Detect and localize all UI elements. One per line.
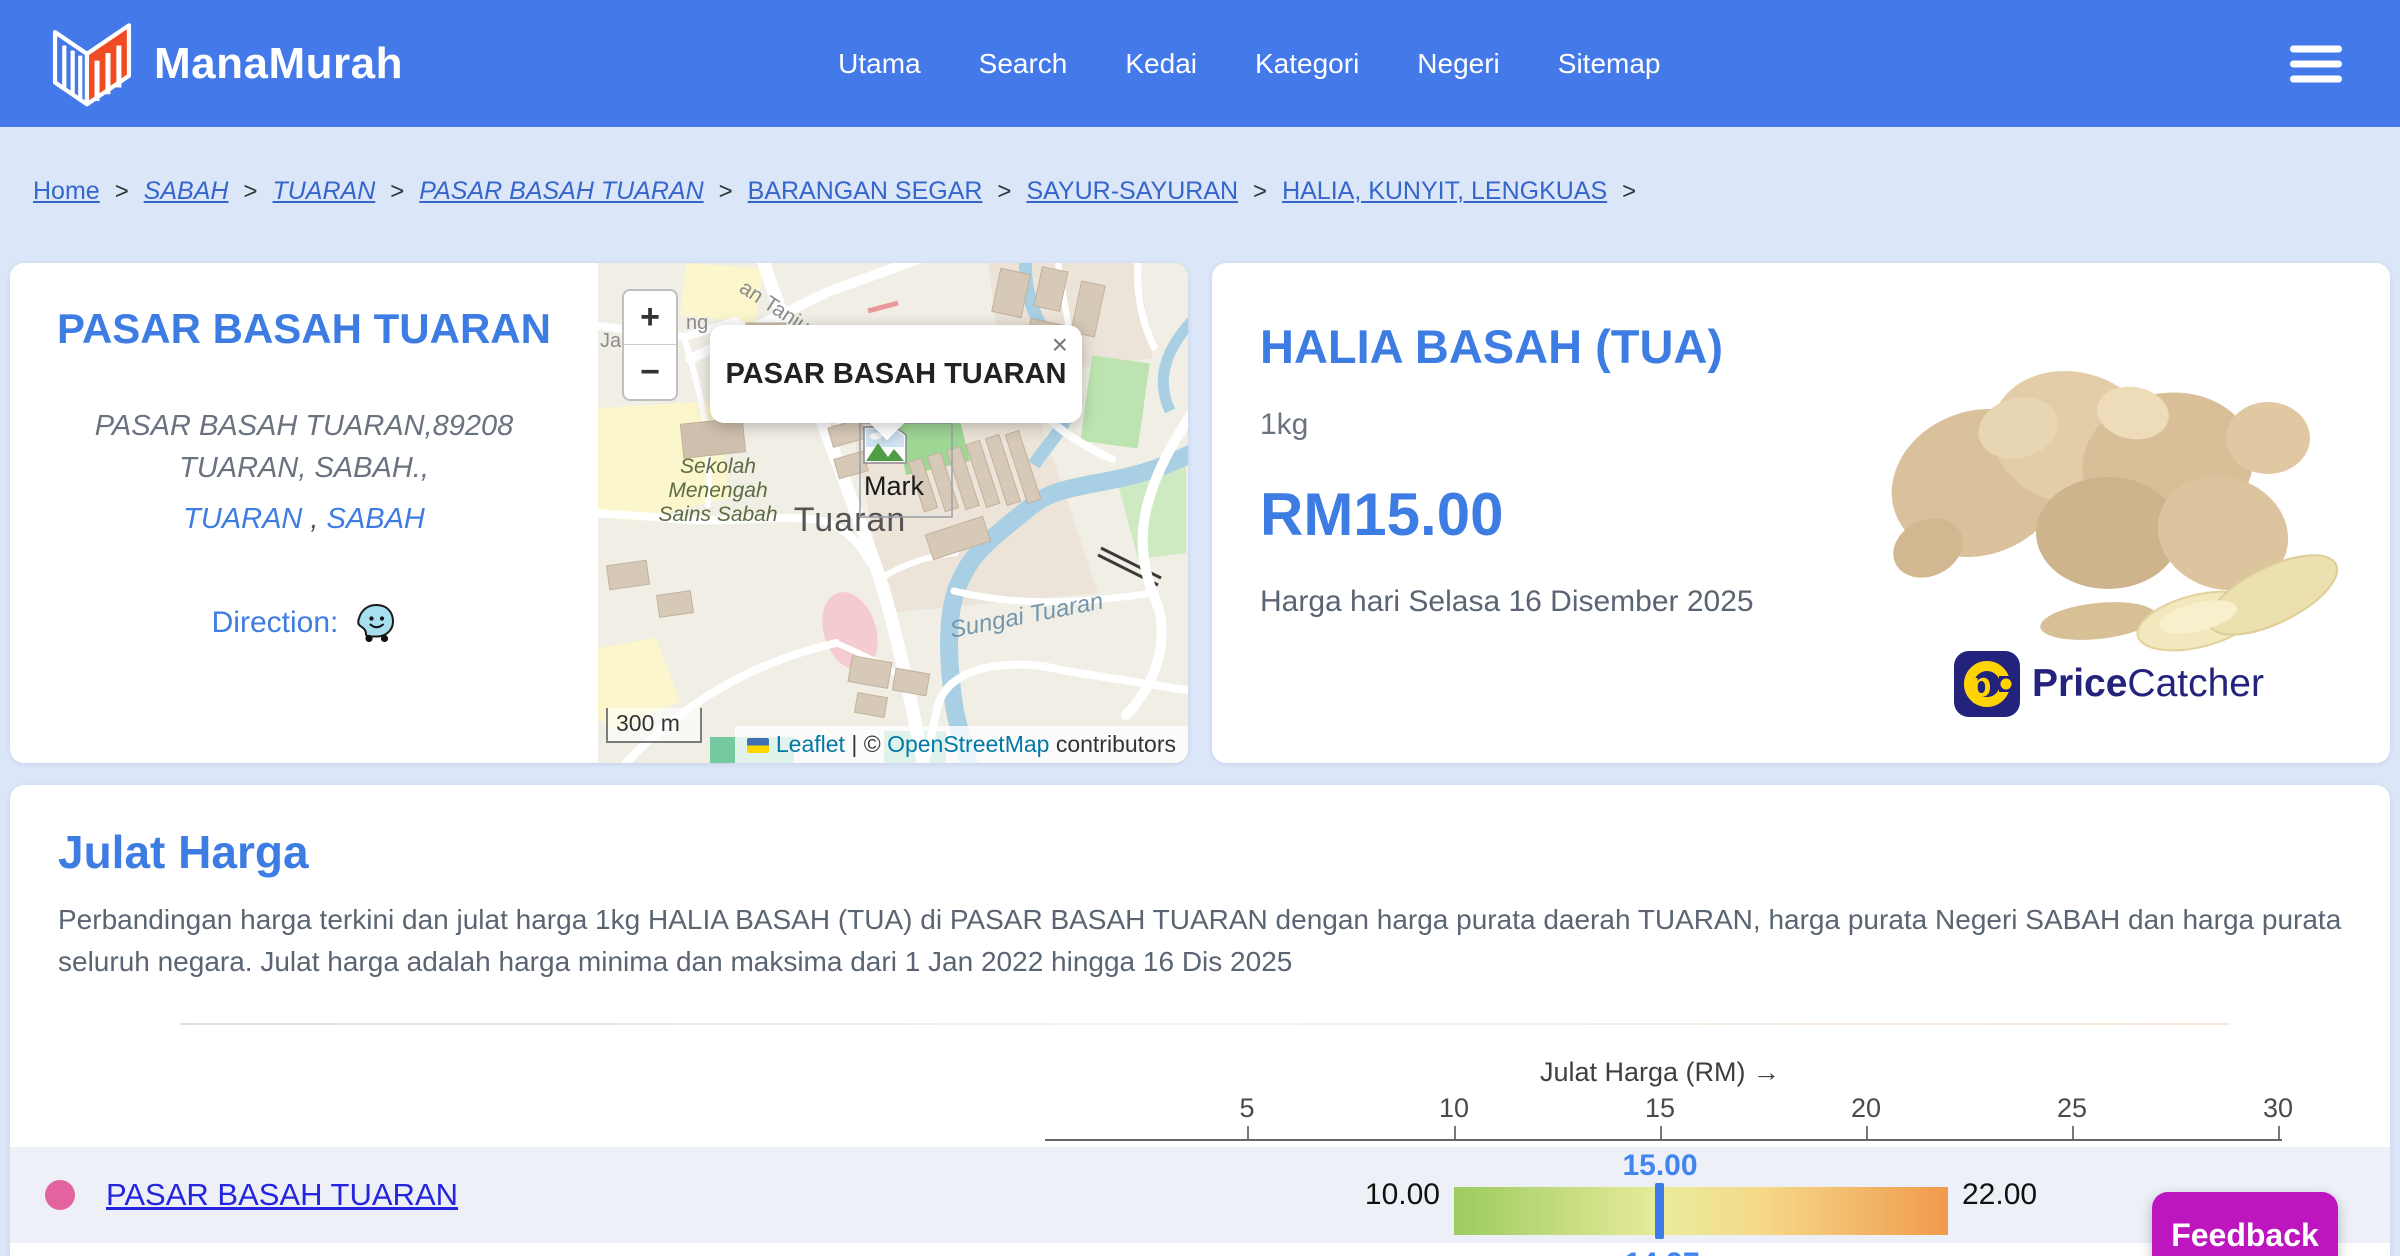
breadcrumb-separator: > xyxy=(114,178,129,205)
direction-label: Direction: xyxy=(211,606,339,639)
store-info: PASAR BASAH TUARAN PASAR BASAH TUARAN,89… xyxy=(10,263,598,763)
tick-label-30: 30 xyxy=(2262,1093,2294,1123)
map-school-label-2: Menengah xyxy=(668,479,767,502)
tick-mark xyxy=(2072,1126,2074,1139)
nav-item-negeri[interactable]: Negeri xyxy=(1417,48,1499,80)
main-content: PASAR BASAH TUARAN PASAR BASAH TUARAN,89… xyxy=(10,263,2390,763)
axis-title: Julat Harga (RM) → xyxy=(1539,1057,1781,1087)
breadcrumb-separator: > xyxy=(1253,178,1268,205)
tick-label-5: 5 xyxy=(1239,1093,1255,1123)
tick-label-10: 10 xyxy=(1438,1093,1470,1123)
axis-line xyxy=(1045,1139,2282,1141)
gradient-legend-line xyxy=(180,1023,2230,1025)
zoom-in-button[interactable]: + xyxy=(624,291,676,345)
svg-text:p: p xyxy=(1971,666,1992,704)
district-link[interactable]: TUARAN xyxy=(183,503,302,535)
price-range-title: Julat Harga xyxy=(58,826,309,878)
page: ManaMurah Utama Search Kedai Kategori Ne… xyxy=(0,0,2400,1256)
pricecatcher-text: PriceCatcher xyxy=(2032,662,2264,705)
tick-mark xyxy=(1660,1126,1662,1139)
row-store-link[interactable]: PASAR BASAH TUARAN xyxy=(106,1177,458,1213)
current-price-label: 15.00 xyxy=(1622,1149,1698,1182)
main-nav: Utama Search Kedai Kategori Negeri Sitem… xyxy=(838,0,1660,127)
leaflet-link[interactable]: Leaflet xyxy=(776,731,845,757)
waze-icon[interactable] xyxy=(354,602,396,644)
store-location-links: TUARAN , SABAH xyxy=(30,503,578,536)
nav-item-search[interactable]: Search xyxy=(979,48,1068,80)
tick-label-25: 25 xyxy=(2056,1093,2088,1123)
min-price-label: 10.00 xyxy=(1364,1178,1440,1211)
breadcrumb-separator: > xyxy=(390,178,405,205)
max-price-label: 22.00 xyxy=(1962,1178,2038,1211)
map[interactable]: an Tanjung Jala ng Sekolah Menengah Sain… xyxy=(598,263,1188,763)
tick-mark xyxy=(1247,1126,1249,1139)
breadcrumb-pasar[interactable]: PASAR BASAH TUARAN xyxy=(419,177,703,205)
store-address: PASAR BASAH TUARAN,89208 TUARAN, SABAH., xyxy=(94,410,514,484)
breadcrumb-separator: > xyxy=(243,178,258,205)
store-name: PASAR BASAH TUARAN xyxy=(57,305,551,352)
next-row-price-label: 14.97 xyxy=(1624,1247,1699,1256)
hamburger-icon[interactable] xyxy=(2290,37,2342,90)
close-icon[interactable]: × xyxy=(1052,329,1068,361)
brand[interactable]: ManaMurah xyxy=(50,18,403,110)
breadcrumb-halia[interactable]: HALIA, KUNYIT, LENGKUAS xyxy=(1282,177,1607,205)
product-image-ginger xyxy=(1891,370,2338,652)
map-zoom-control: + − xyxy=(622,289,678,401)
breadcrumb-barangan-segar[interactable]: BARANGAN SEGAR xyxy=(748,177,983,205)
current-price-marker xyxy=(1655,1183,1664,1239)
zoom-out-button[interactable]: − xyxy=(624,345,676,399)
marker-alt-text: Mark xyxy=(864,471,924,501)
nav-item-sitemap[interactable]: Sitemap xyxy=(1558,48,1661,80)
state-link[interactable]: SABAH xyxy=(327,503,425,535)
tick-mark xyxy=(2278,1126,2280,1139)
attrib-divider: | xyxy=(851,731,858,757)
price-range-section: Julat Harga Perbandingan harga terkini d… xyxy=(10,785,2390,1256)
price-range-bar xyxy=(1454,1187,1948,1235)
tick-mark xyxy=(1866,1126,1868,1139)
map-scale: 300 m xyxy=(606,708,702,743)
price-range-description: Perbandingan harga terkini dan julat har… xyxy=(58,904,2342,977)
breadcrumb: Home > SABAH > TUARAN > PASAR BASAH TUARAN > BAR… xyxy=(0,127,2400,206)
attrib-suffix: contributors xyxy=(1055,731,1176,757)
brand-name: ManaMurah xyxy=(154,38,403,88)
nav-item-kategori[interactable]: Kategori xyxy=(1255,48,1359,80)
map-school-label-1: Sekolah xyxy=(680,455,756,478)
breadcrumb-sabah[interactable]: SABAH xyxy=(144,177,229,205)
store-card: PASAR BASAH TUARAN PASAR BASAH TUARAN,89… xyxy=(10,263,1188,763)
breadcrumb-home[interactable]: Home xyxy=(33,177,100,205)
product-card: HALIA BASAH (TUA) 1kg RM15.00 Harga hari… xyxy=(1212,263,2390,763)
map-popup: PASAR BASAH TUARAN × xyxy=(710,325,1082,423)
chart-row-pasar-basah-tuaran: PASAR BASAH TUARAN 10.00 22.00 xyxy=(10,1147,2390,1243)
comma: , xyxy=(310,503,319,535)
tick-mark xyxy=(1454,1126,1456,1139)
row-dot-icon xyxy=(45,1180,75,1210)
map-town-label: Tuaran xyxy=(794,501,906,539)
breadcrumb-separator: > xyxy=(718,178,733,205)
map-school-label-3: Sains Sabah xyxy=(658,503,777,526)
navbar: ManaMurah Utama Search Kedai Kategori Ne… xyxy=(0,0,2400,127)
breadcrumb-separator: > xyxy=(997,178,1012,205)
tick-label-15: 15 xyxy=(1644,1093,1676,1123)
breadcrumb-tuaran[interactable]: TUARAN xyxy=(272,177,375,205)
pricecatcher-icon: p xyxy=(1954,651,2020,717)
tick-label-20: 20 xyxy=(1850,1093,1882,1123)
direction-row: Direction: xyxy=(30,602,578,644)
breadcrumb-separator: > xyxy=(1622,178,1637,205)
nav-item-utama[interactable]: Utama xyxy=(838,48,920,80)
ukraine-flag-icon xyxy=(746,738,769,753)
manamurah-logo-icon xyxy=(52,22,132,106)
popup-title: PASAR BASAH TUARAN xyxy=(725,357,1067,390)
feedback-button[interactable]: Feedback xyxy=(2152,1192,2338,1256)
attrib-copy: © xyxy=(863,731,881,757)
map-attribution: Leaflet | © OpenStreetMap contributors xyxy=(734,726,1188,763)
breadcrumb-sayur[interactable]: SAYUR-SAYURAN xyxy=(1026,177,1238,205)
map-street-label-left2: ng xyxy=(686,312,708,334)
osm-link[interactable]: OpenStreetMap xyxy=(887,731,1049,757)
nav-item-kedai[interactable]: Kedai xyxy=(1125,48,1197,80)
pricecatcher-logo: p PriceCatcher xyxy=(1954,651,2264,717)
